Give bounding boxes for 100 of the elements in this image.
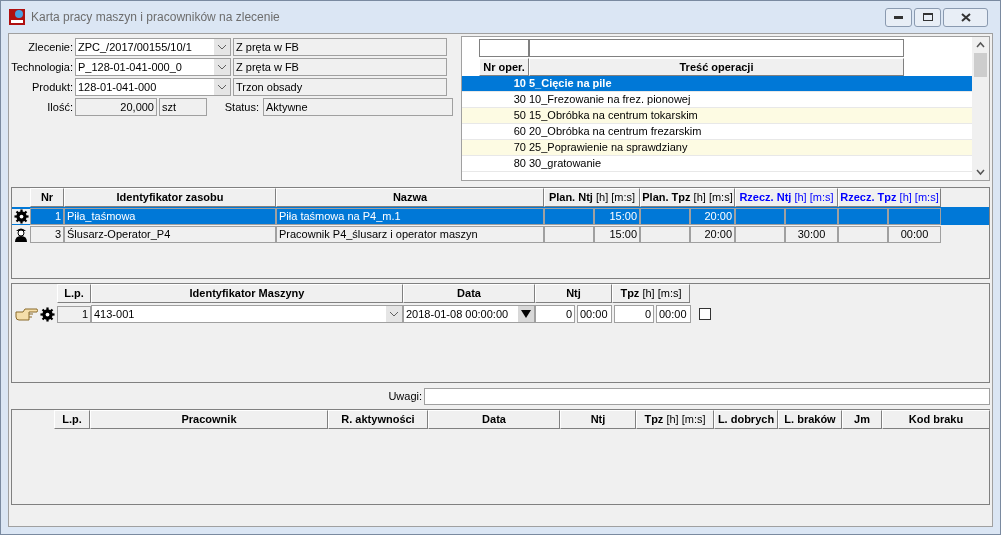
table-cell [838, 225, 888, 243]
column-header[interactable]: Pracownik [90, 410, 328, 429]
table-cell: 00:00 [888, 225, 941, 243]
gear-icon [13, 208, 29, 224]
column-header[interactable]: L.p. [57, 284, 91, 303]
minimize-icon [894, 15, 903, 19]
input-field: 0 [614, 305, 654, 323]
resource-row[interactable]: 1 Piła_taśmowa Piła taśmowa na P4_m.1 15:00 20:00 [12, 207, 989, 225]
column-header[interactable]: L. dobrych [714, 410, 778, 429]
operation-name: 5_Cięcie na pile [529, 76, 612, 92]
table-cell: Piła taśmowa na P4_m.1 [276, 207, 544, 225]
window-title: Karta pracy maszyn i pracowników na zlecenie [31, 9, 281, 26]
field-label: Status: [223, 99, 259, 115]
column-header[interactable]: Data [428, 410, 560, 429]
table-cell [544, 225, 594, 243]
checkbox[interactable] [699, 308, 711, 320]
column-header[interactable]: Ntj [560, 410, 636, 429]
table-cell: Piła_taśmowa [64, 207, 276, 225]
close-icon [960, 12, 971, 22]
operation-row[interactable]: 60 20_Obróbka na centrum frezarskim [462, 124, 972, 140]
column-header[interactable]: Kod braku [882, 410, 990, 429]
field-label: Ilość: [46, 99, 73, 115]
read-only-field: Aktywne [263, 98, 453, 116]
chevron-down-icon [214, 39, 230, 55]
operation-row[interactable]: 30 10_Frezowanie na frez. pionowej [462, 92, 972, 108]
column-header[interactable]: Jm [842, 410, 882, 429]
scrollbar-thumb[interactable] [974, 53, 987, 77]
resource-row[interactable]: 3 Ślusarz-Operator_P4 Pracownik P4_ślusarz i operator maszyn 15:00 20:00 30:00 00:00 [12, 225, 989, 243]
input-field: 00:00 [577, 305, 612, 323]
column-header[interactable]: Tpz [h] [m:s] [612, 284, 690, 303]
read-only-field: 20,000 [75, 98, 157, 116]
table-cell: 15:00 [594, 225, 640, 243]
column-header[interactable]: Ntj [535, 284, 612, 303]
scrollbar[interactable] [972, 37, 989, 180]
read-only-field: Z pręta w FB [233, 38, 447, 56]
operation-number: 10 [512, 76, 527, 92]
operation-number: 30 [512, 92, 527, 108]
filter-field[interactable] [529, 39, 904, 57]
operation-name: 20_Obróbka na centrum frezarskim [529, 124, 702, 140]
column-header[interactable]: Plan. Ntj [h] [m:s] [544, 188, 640, 207]
table-cell [735, 225, 785, 243]
table-cell: 3 [30, 225, 64, 243]
read-only-field: szt [159, 98, 207, 116]
operation-number: 80 [512, 156, 527, 172]
column-header[interactable]: Rzecz. Tpz [h] [m:s] [838, 188, 941, 207]
table-cell [640, 225, 690, 243]
table-cell: 30:00 [785, 225, 838, 243]
operation-number: 60 [512, 124, 527, 140]
combo-box[interactable]: 413-001 [91, 305, 403, 323]
operation-number: 70 [512, 140, 527, 156]
maximize-button[interactable] [914, 7, 941, 27]
column-header[interactable]: L.p. [54, 410, 90, 429]
chevron-down-icon [214, 59, 230, 75]
field-label: Zlecenie: [27, 39, 73, 55]
date-picker[interactable]: 2018-01-08 00:00:00 [403, 305, 535, 323]
table-cell: 1 [30, 207, 64, 225]
field-label: Technologia: [11, 59, 73, 75]
read-only-field: Z pręta w FB [233, 58, 447, 76]
column-header[interactable]: Nr oper. [479, 58, 529, 76]
column-header[interactable]: Rzecz. Ntj [h] [m:s] [735, 188, 838, 207]
close-button[interactable] [943, 7, 988, 27]
minimize-button[interactable] [885, 7, 912, 27]
chevron-down-icon [386, 306, 402, 322]
table-cell: 15:00 [594, 207, 640, 225]
remarks-field[interactable] [424, 387, 990, 405]
gear-icon [40, 306, 55, 322]
table-cell [785, 207, 838, 225]
table-cell [735, 207, 785, 225]
read-only-field: Trzon obsady [233, 78, 447, 96]
app-icon [9, 9, 25, 25]
column-header[interactable]: Data [403, 284, 535, 303]
field-label: Produkt: [31, 79, 73, 95]
operation-row[interactable]: 10 5_Cięcie na pile [462, 76, 972, 92]
column-header[interactable]: Treść operacji [529, 58, 904, 76]
operation-row[interactable]: 70 25_Poprawienie na sprawdziany [462, 140, 972, 156]
combo-box[interactable]: ZPC_/2017/00155/10/1 [75, 38, 231, 56]
column-header[interactable]: Identyfikator Maszyny [91, 284, 403, 303]
table-cell [640, 207, 690, 225]
operation-name: 10_Frezowanie na frez. pionowej [529, 92, 691, 108]
operation-name: 30_gratowanie [529, 156, 602, 172]
table-cell [544, 207, 594, 225]
column-header[interactable]: Nazwa [276, 188, 544, 207]
operation-row[interactable]: 80 30_gratowanie [462, 156, 972, 172]
operation-name: 15_Obróbka na centrum tokarskim [529, 108, 698, 124]
combo-box[interactable]: P_128-01-041-000_0 [75, 58, 231, 76]
worker-icon [13, 226, 29, 242]
column-header[interactable]: Nr [30, 188, 64, 207]
operation-row[interactable]: 50 15_Obróbka na centrum tokarskim [462, 108, 972, 124]
column-header[interactable]: Tpz [h] [m:s] [636, 410, 714, 429]
combo-box[interactable]: 128-01-041-000 [75, 78, 231, 96]
column-header[interactable]: Identyfikator zasobu [64, 188, 276, 207]
filter-field[interactable] [479, 39, 529, 57]
table-cell: 20:00 [690, 207, 735, 225]
operation-name: 25_Poprawienie na sprawdziany [529, 140, 688, 156]
column-header[interactable]: R. aktywności [328, 410, 428, 429]
column-header[interactable]: L. braków [778, 410, 842, 429]
column-header[interactable]: Plan. Tpz [h] [m:s] [640, 188, 735, 207]
chevron-down-icon [214, 79, 230, 95]
table-cell [888, 207, 941, 225]
input-field: 0 [535, 305, 575, 323]
